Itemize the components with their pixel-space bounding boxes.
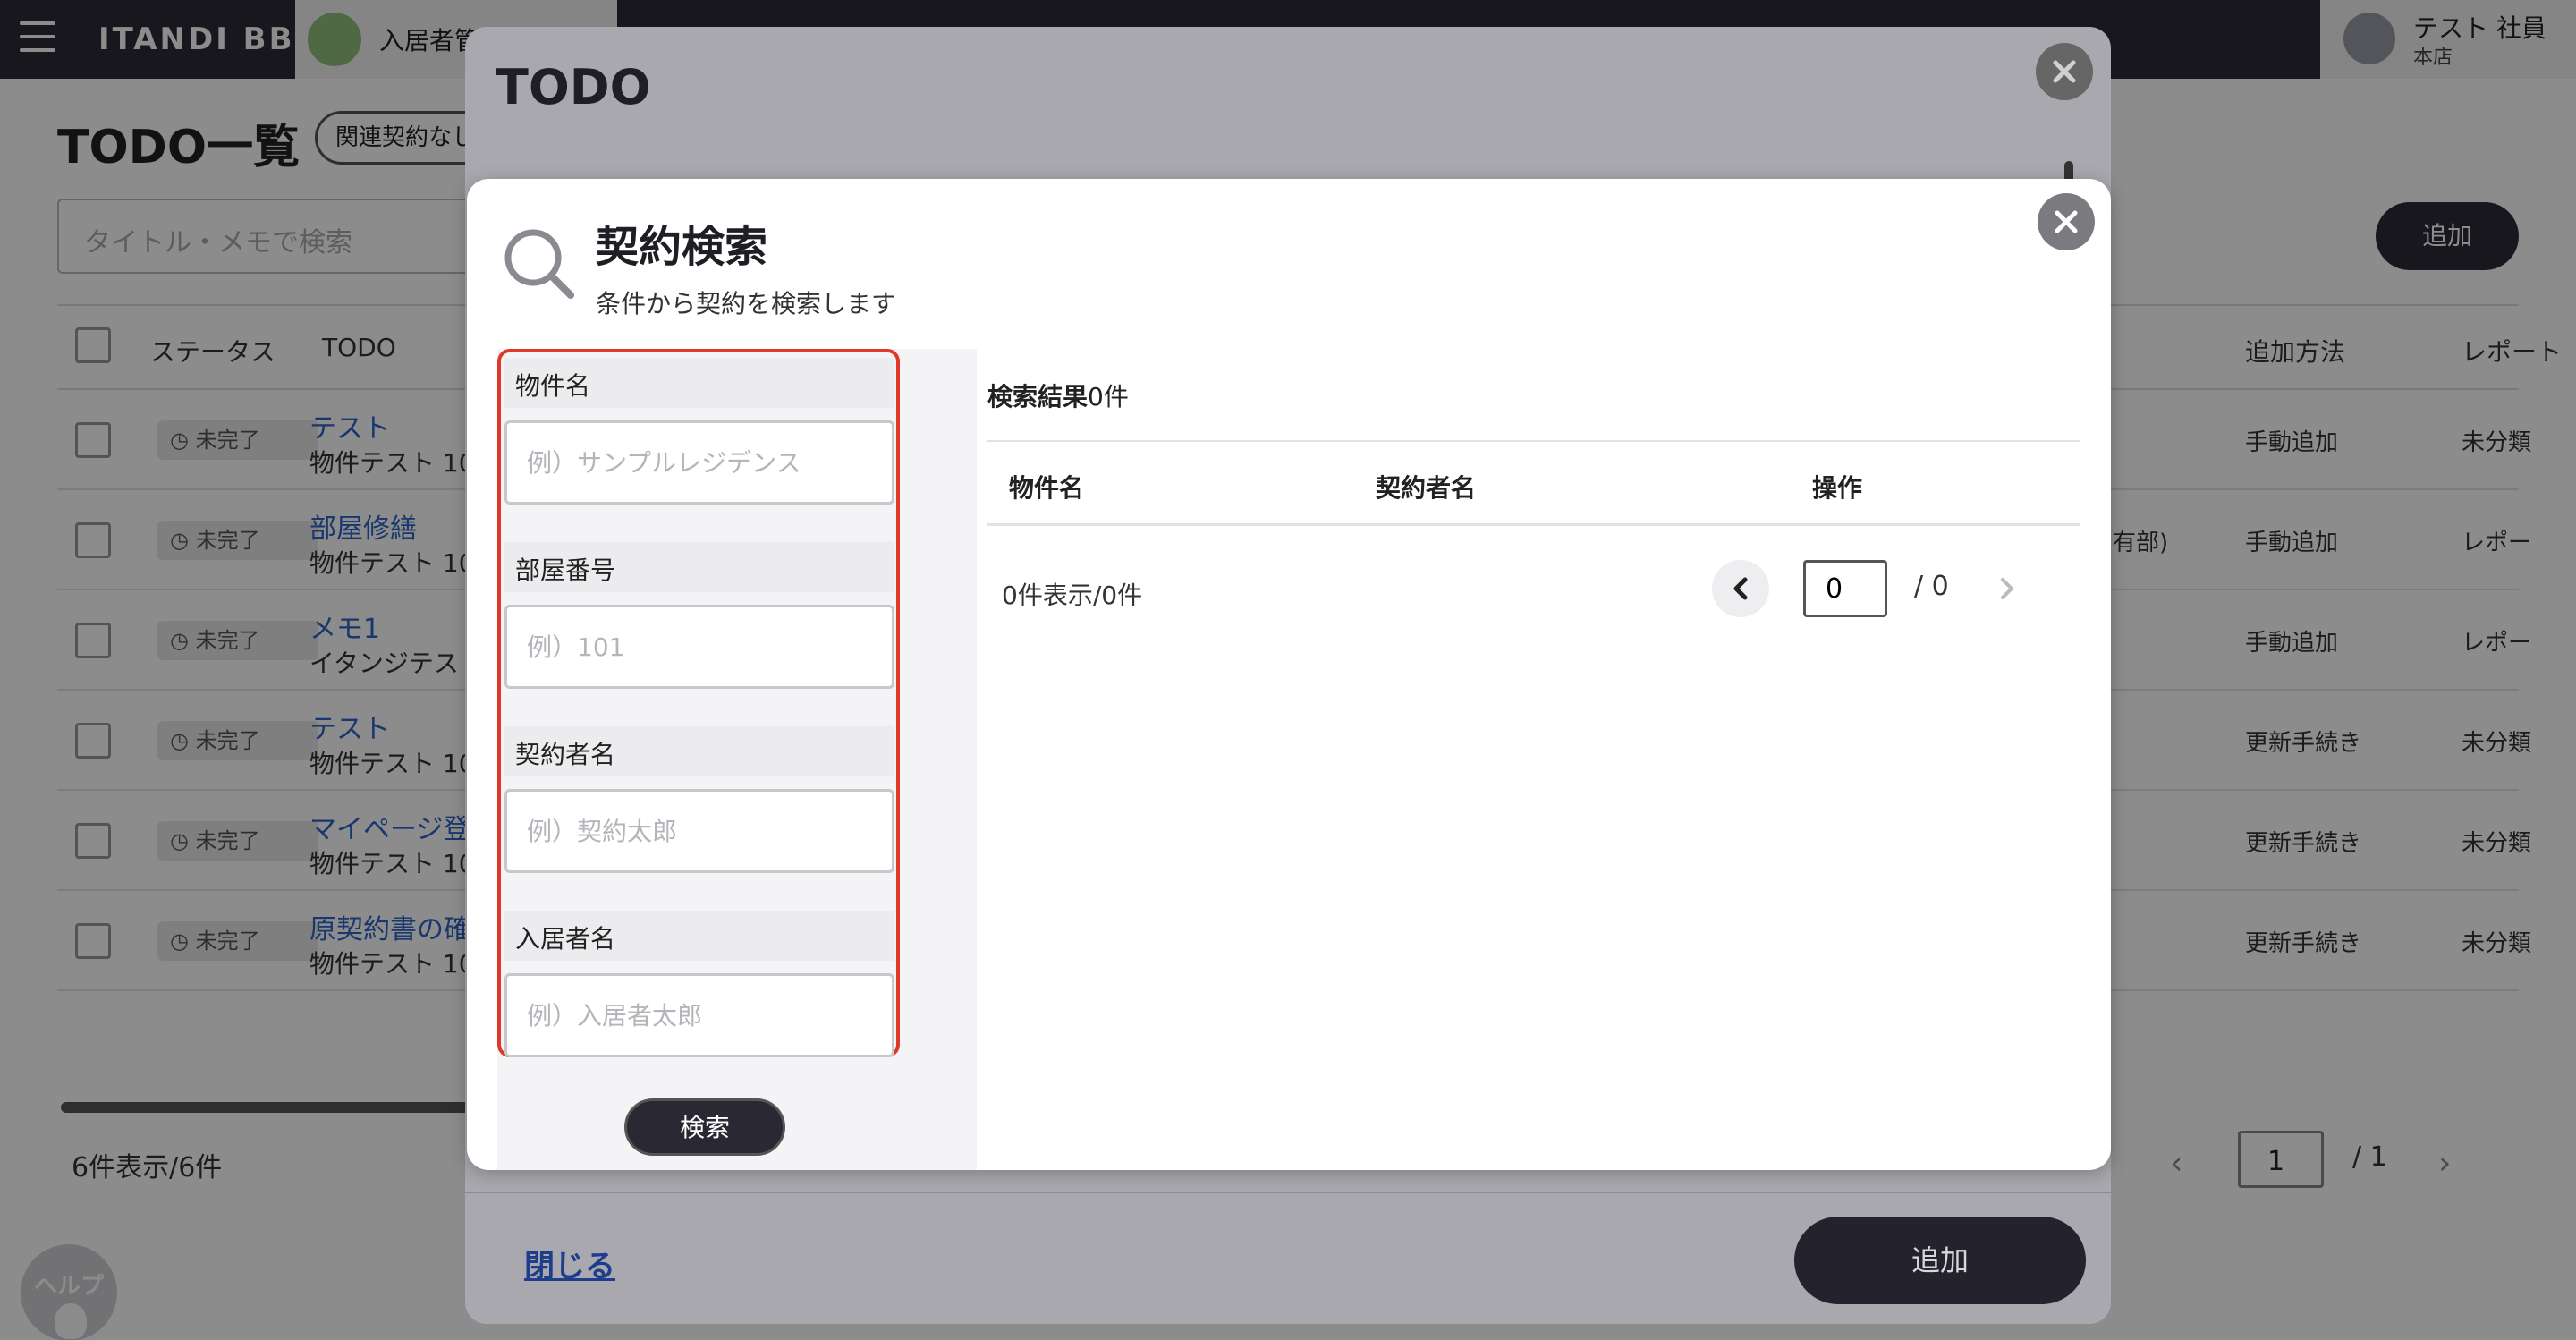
field-label-room: 部屋番号 [504, 542, 894, 592]
todo-modal-title: TODO [496, 59, 651, 115]
room-number-input[interactable] [504, 605, 894, 689]
results-label: 検索結果 [987, 382, 1089, 411]
column-header-action: 操作 [1812, 473, 1863, 503]
footer-divider [465, 1192, 2111, 1193]
page-total: / 0 [1914, 571, 1949, 602]
chevron-right-icon [2001, 578, 2013, 599]
field-label-resident: 入居者名 [504, 911, 894, 961]
property-name-input[interactable] [504, 420, 894, 505]
form-highlight-frame: 物件名 部屋番号 契約者名 入居者名 [497, 349, 900, 1057]
close-icon [2053, 60, 2076, 83]
results-table-header: 物件名 契約者名 操作 [987, 440, 2080, 526]
display-count: 0件表示/0件 [1002, 581, 1143, 610]
results-title: 検索結果0件 [987, 377, 1129, 413]
page-number-input[interactable] [1803, 560, 1887, 617]
contract-search-dialog: 契約検索 条件から契約を検索します 物件名 部屋番号 契約者名 入居者名 検索 … [467, 179, 2111, 1170]
next-page-button[interactable] [1979, 560, 2036, 617]
search-icon [504, 229, 574, 299]
resident-name-input[interactable] [504, 973, 894, 1057]
search-button[interactable]: 検索 [624, 1098, 785, 1156]
field-label-property: 物件名 [504, 358, 894, 408]
column-header-contractor: 契約者名 [1376, 473, 1477, 503]
dialog-close-button[interactable] [2038, 193, 2095, 250]
prev-page-button[interactable] [1712, 560, 1769, 617]
column-header-property: 物件名 [1009, 473, 1085, 503]
dialog-subtitle: 条件から契約を検索します [596, 289, 897, 318]
close-icon [2055, 210, 2078, 233]
todo-modal-close-button[interactable] [2036, 43, 2093, 100]
results-count: 0件 [1088, 382, 1129, 411]
search-form-panel: 物件名 部屋番号 契約者名 入居者名 [497, 349, 977, 1170]
contractor-name-input[interactable] [504, 789, 894, 873]
todo-modal-close-link[interactable]: 閉じる [524, 1242, 615, 1285]
chevron-left-icon [1733, 577, 1748, 600]
dialog-title: 契約検索 [596, 222, 768, 272]
field-label-contractor: 契約者名 [504, 726, 894, 776]
todo-modal-add-button[interactable]: 追加 [1794, 1217, 2086, 1304]
